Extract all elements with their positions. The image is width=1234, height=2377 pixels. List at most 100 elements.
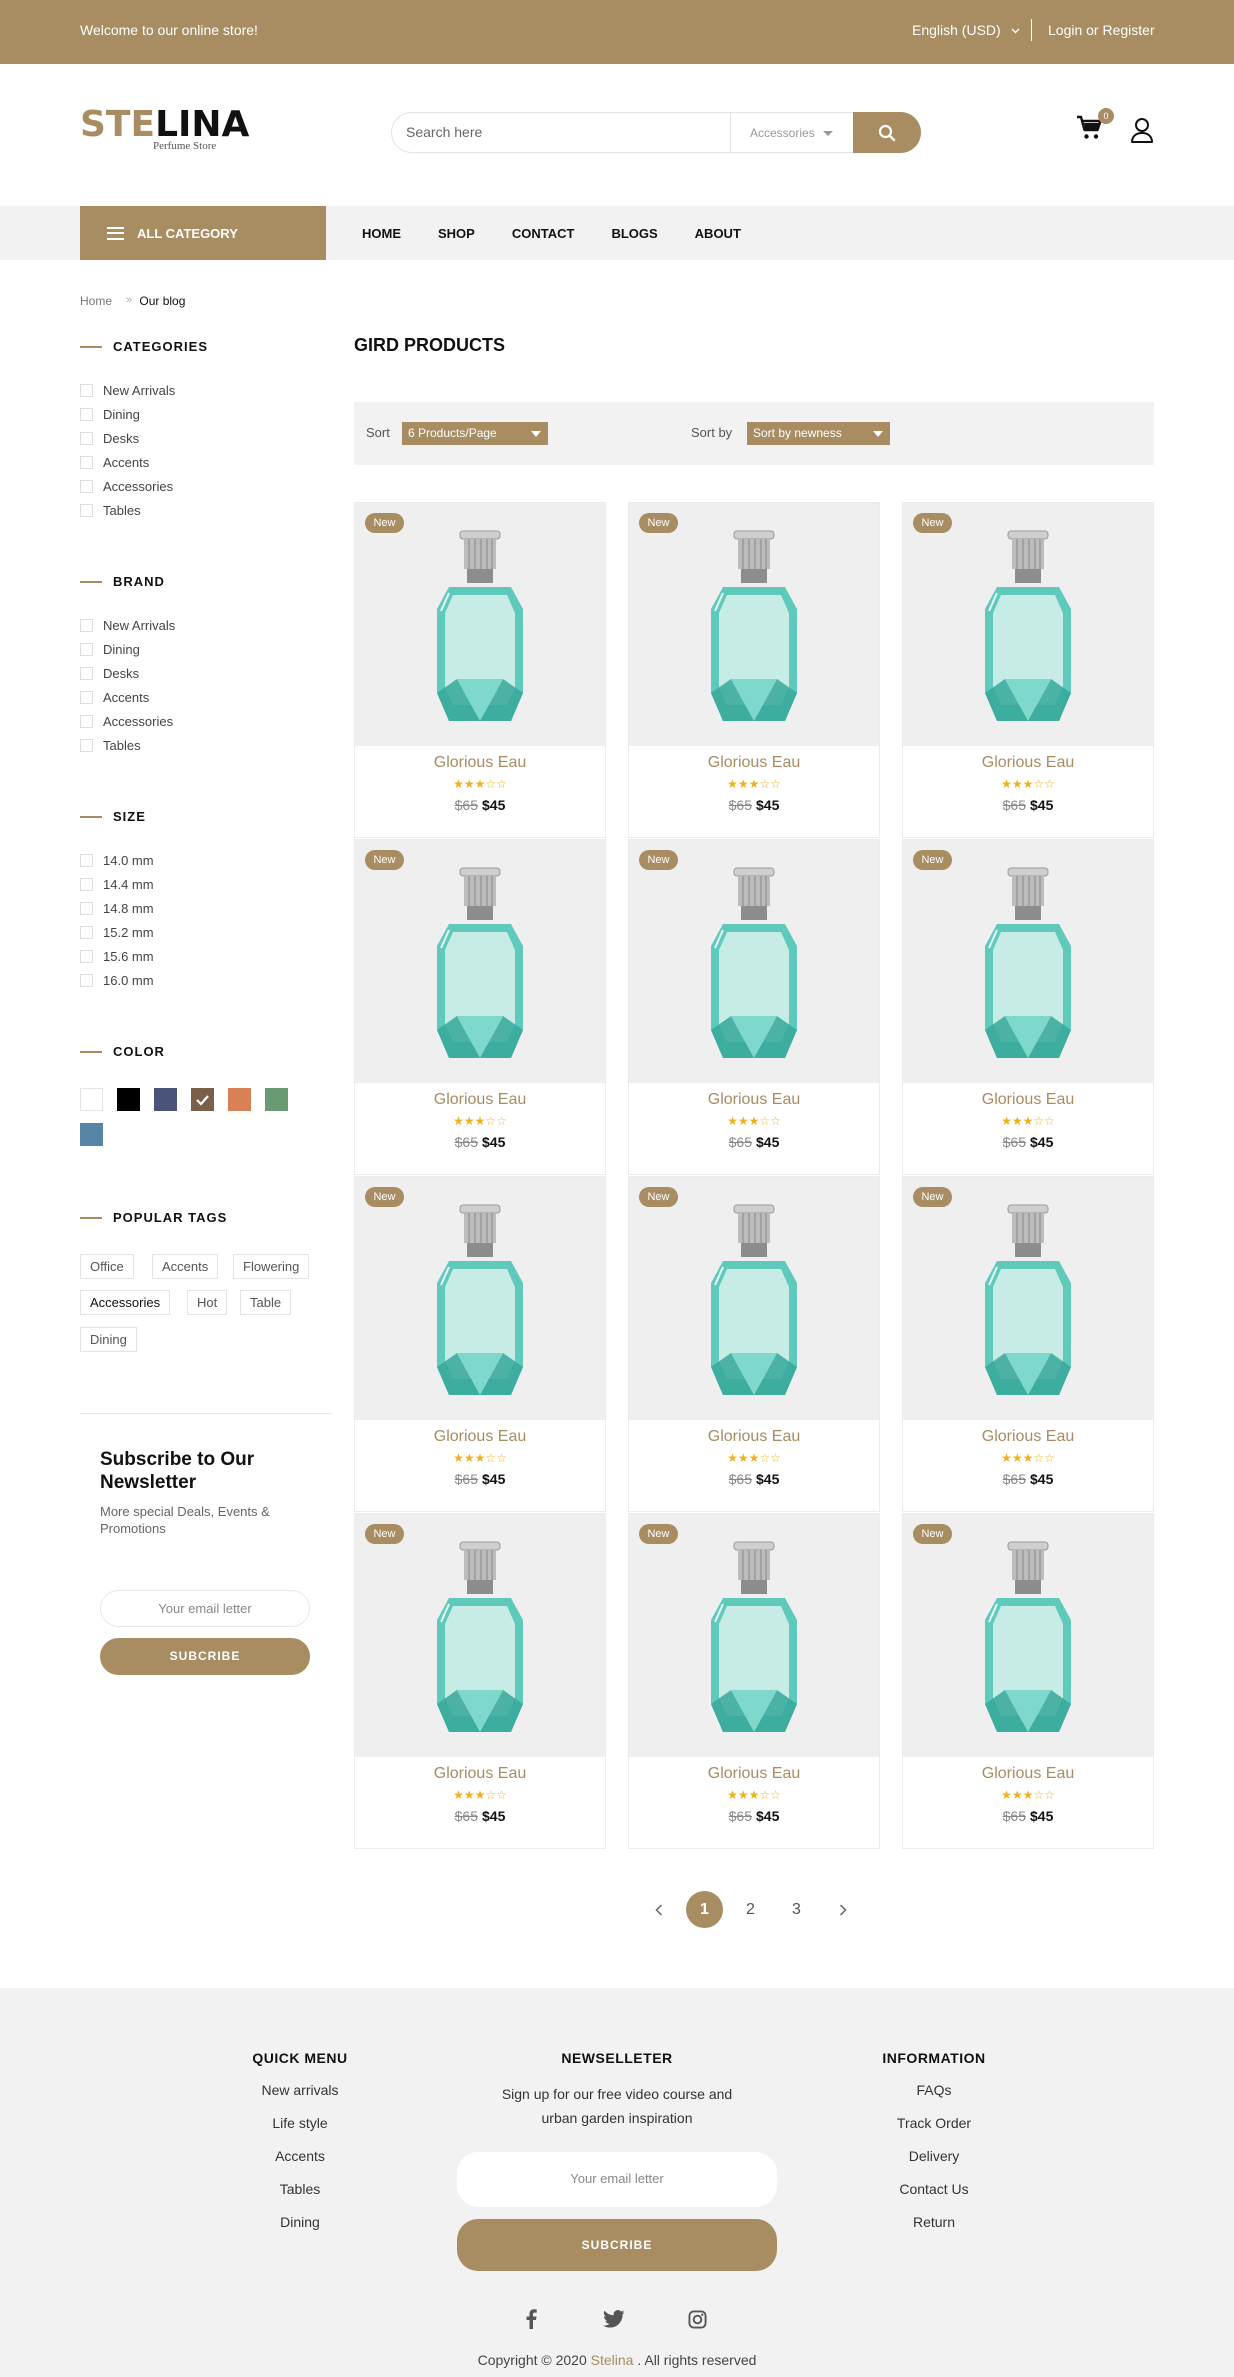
color-swatch-brown-selected[interactable] (191, 1088, 214, 1111)
size-option[interactable]: 16.0 mm (80, 968, 154, 992)
size-option[interactable]: 15.2 mm (80, 920, 154, 944)
product-name[interactable]: Glorious Eau (355, 1765, 605, 1783)
size-option[interactable]: 14.8 mm (80, 896, 154, 920)
checkbox[interactable] (80, 714, 93, 728)
cart-button[interactable]: 0 (1076, 108, 1114, 145)
checkbox[interactable] (80, 618, 93, 632)
logo[interactable]: STE LINA Perfume Store (80, 106, 249, 156)
brand-option[interactable]: Accessories (80, 709, 175, 733)
checkbox[interactable] (80, 690, 93, 704)
language-selector[interactable]: English (USD) (912, 22, 1020, 38)
footer-link[interactable]: Dining (200, 2214, 400, 2247)
instagram-icon[interactable] (684, 2306, 710, 2332)
nav-contact[interactable]: CONTACT (512, 226, 575, 241)
brand-option[interactable]: Dining (80, 637, 175, 661)
checkbox[interactable] (80, 455, 93, 469)
tag-hot[interactable]: Hot (187, 1290, 228, 1315)
nav-shop[interactable]: SHOP (438, 226, 475, 241)
checkbox[interactable] (80, 853, 93, 867)
product-image[interactable]: New (903, 1514, 1153, 1757)
color-swatch-white[interactable] (80, 1088, 103, 1111)
footer-link[interactable]: Track Order (834, 2115, 1034, 2148)
product-name[interactable]: Glorious Eau (903, 1765, 1153, 1783)
product-card[interactable]: New Glorious Eau ★★★☆☆ $65 $45 (354, 1176, 606, 1512)
sidebar-subscribe-button[interactable]: SUBCRIBE (100, 1638, 310, 1675)
color-swatch-blue[interactable] (80, 1123, 103, 1146)
product-image[interactable]: New (629, 503, 879, 746)
product-image[interactable]: New (355, 1514, 605, 1757)
size-option[interactable]: 15.6 mm (80, 944, 154, 968)
product-card[interactable]: New Glorious Eau ★★★☆☆ $65 $45 (628, 839, 880, 1175)
category-option[interactable]: Desks (80, 426, 208, 450)
product-card[interactable]: New Glorious Eau ★★★☆☆ $65 $45 (902, 1176, 1154, 1512)
product-card[interactable]: New Glorious Eau ★★★☆☆ $65 $45 (354, 839, 606, 1175)
product-image[interactable]: New (629, 1177, 879, 1420)
tag-flowering[interactable]: Flowering (233, 1254, 310, 1279)
tag-office[interactable]: Office (80, 1254, 134, 1279)
tag-dining[interactable]: Dining (80, 1327, 137, 1352)
footer-link[interactable]: Contact Us (834, 2181, 1034, 2214)
prev-page-button[interactable] (640, 1891, 677, 1928)
account-button[interactable] (1130, 117, 1156, 145)
footer-link[interactable]: FAQs (834, 2082, 1034, 2115)
product-name[interactable]: Glorious Eau (903, 754, 1153, 772)
product-image[interactable]: New (903, 1177, 1153, 1420)
size-option[interactable]: 14.0 mm (80, 848, 154, 872)
product-name[interactable]: Glorious Eau (903, 1091, 1153, 1109)
checkbox[interactable] (80, 925, 93, 939)
product-image[interactable]: New (355, 503, 605, 746)
breadcrumb-home[interactable]: Home (80, 294, 112, 308)
product-image[interactable]: New (355, 840, 605, 1083)
product-image[interactable]: New (903, 503, 1153, 746)
page-2-button[interactable]: 2 (732, 1891, 769, 1928)
page-1-button[interactable]: 1 (686, 1891, 723, 1928)
nav-blogs[interactable]: BLOGS (611, 226, 657, 241)
footer-link[interactable]: Life style (200, 2115, 400, 2148)
product-name[interactable]: Glorious Eau (355, 754, 605, 772)
products-per-page-select[interactable]: 6 Products/Page (402, 422, 548, 445)
footer-link[interactable]: Delivery (834, 2148, 1034, 2181)
product-name[interactable]: Glorious Eau (355, 1091, 605, 1109)
category-option[interactable]: Accessories (80, 474, 208, 498)
checkbox[interactable] (80, 431, 93, 445)
checkbox[interactable] (80, 642, 93, 656)
product-name[interactable]: Glorious Eau (629, 754, 879, 772)
product-card[interactable]: New Glorious Eau ★★★☆☆ $65 $45 (628, 1176, 880, 1512)
search-button[interactable] (853, 112, 921, 153)
product-name[interactable]: Glorious Eau (355, 1428, 605, 1446)
sidebar-email-input[interactable]: Your email letter (100, 1590, 310, 1627)
search-category-select[interactable]: Accessories (730, 113, 855, 152)
tag-accents[interactable]: Accents (152, 1254, 219, 1279)
product-card[interactable]: New Glorious Eau ★★★☆☆ $65 $45 (902, 839, 1154, 1175)
footer-email-input[interactable]: Your email letter (457, 2152, 777, 2207)
tag-table[interactable]: Table (240, 1290, 292, 1315)
color-swatch-black[interactable] (117, 1088, 140, 1111)
checkbox[interactable] (80, 666, 93, 680)
product-image[interactable]: New (903, 840, 1153, 1083)
footer-link[interactable]: Return (834, 2214, 1034, 2247)
color-swatch-green[interactable] (265, 1088, 288, 1111)
checkbox[interactable] (80, 383, 93, 397)
all-category-button[interactable]: ALL CATEGORY (80, 206, 326, 260)
sort-order-select[interactable]: Sort by newness (747, 422, 890, 445)
product-image[interactable]: New (629, 1514, 879, 1757)
checkbox[interactable] (80, 949, 93, 963)
checkbox[interactable] (80, 973, 93, 987)
product-card[interactable]: New Glorious Eau ★★★☆☆ $65 $45 (902, 1513, 1154, 1849)
product-name[interactable]: Glorious Eau (629, 1765, 879, 1783)
page-3-button[interactable]: 3 (778, 1891, 815, 1928)
product-card[interactable]: New Glorious Eau ★★★☆☆ $65 $45 (628, 1513, 880, 1849)
footer-subscribe-button[interactable]: SUBCRIBE (457, 2219, 777, 2271)
category-option[interactable]: Tables (80, 498, 208, 522)
search-input[interactable]: Search here (406, 124, 482, 140)
nav-about[interactable]: ABOUT (695, 226, 741, 241)
product-card[interactable]: New Glorious Eau ★★★☆☆ $65 $45 (354, 502, 606, 838)
product-card[interactable]: New Glorious Eau ★★★☆☆ $65 $45 (902, 502, 1154, 838)
footer-link[interactable]: New arrivals (200, 2082, 400, 2115)
login-register-link[interactable]: Login or Register (1048, 22, 1155, 38)
checkbox[interactable] (80, 877, 93, 891)
brand-option[interactable]: Tables (80, 733, 175, 757)
product-name[interactable]: Glorious Eau (629, 1428, 879, 1446)
checkbox[interactable] (80, 738, 93, 752)
product-card[interactable]: New Glorious Eau ★★★☆☆ $65 $45 (628, 502, 880, 838)
